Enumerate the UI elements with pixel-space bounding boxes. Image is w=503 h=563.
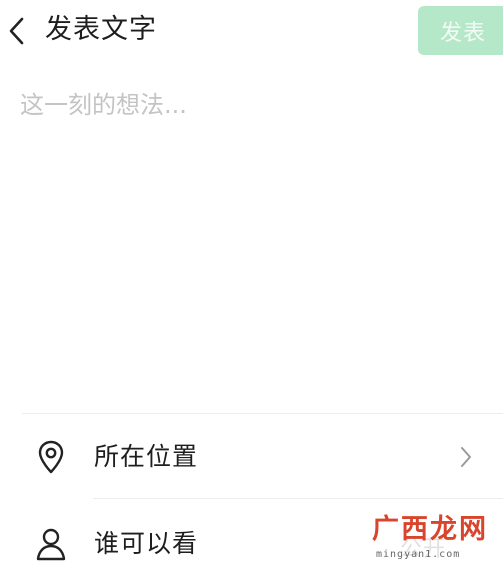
- watermark-url: mingyan1.com: [376, 549, 461, 560]
- post-text-input[interactable]: [20, 88, 480, 388]
- watermark: 广西龙网 mingyan1.com: [362, 512, 503, 563]
- watermark-text: 广西龙网: [372, 514, 488, 545]
- person-icon: [34, 525, 68, 563]
- location-pin-icon: [34, 438, 68, 476]
- row-divider: [93, 498, 503, 499]
- visibility-label: 谁可以看: [94, 529, 199, 558]
- back-button[interactable]: [2, 14, 30, 48]
- chevron-left-icon: [9, 17, 24, 45]
- chevron-right-icon: [458, 442, 474, 472]
- location-label: 所在位置: [94, 442, 199, 471]
- location-row[interactable]: 所在位置: [0, 418, 503, 498]
- header-bar: 发表文字 发表: [0, 0, 503, 60]
- publish-button[interactable]: 发表: [418, 6, 503, 55]
- section-divider: [22, 413, 503, 414]
- page-title: 发表文字: [45, 14, 157, 45]
